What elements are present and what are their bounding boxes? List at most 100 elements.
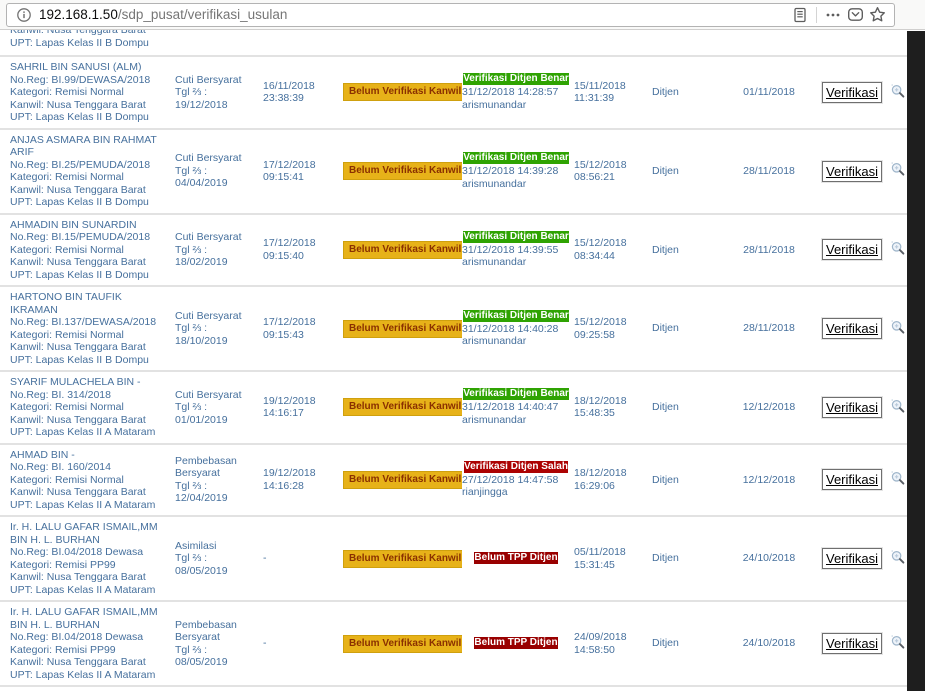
ditjen-verify-user: arismunandar bbox=[462, 256, 570, 269]
inmate-noreg: No.Reg: BI.04/2018 Dewasa bbox=[10, 546, 171, 559]
tpp-date: 12/12/2018 bbox=[722, 371, 820, 444]
kanwil-verify-time: 08:56:21 bbox=[574, 171, 648, 184]
inmate-name: SAHRIL BIN SANUSI (ALM) bbox=[10, 61, 171, 74]
reader-mode-icon[interactable] bbox=[789, 4, 811, 26]
usulan-time: 09:15:41 bbox=[263, 171, 339, 184]
usulan-time: 09:15:43 bbox=[263, 329, 339, 342]
ditjen-status-badge: Verifikasi Ditjen Benar bbox=[463, 73, 569, 85]
inmate-kanwil: Kanwil: Nusa Tenggara Barat bbox=[10, 414, 171, 427]
inmate-kanwil: Kanwil: Nusa Tenggara Barat bbox=[10, 486, 171, 499]
tgl-dua-pertiga-date: 18/10/2019 bbox=[175, 335, 259, 348]
inmate-upt: UPT: Lapas Kelas II A Mataram bbox=[10, 426, 171, 439]
verifikasi-button[interactable]: Verifikasi bbox=[822, 239, 882, 260]
preview-magnifier-icon[interactable] bbox=[890, 83, 906, 103]
tpp-date: 01/11/2018 bbox=[722, 57, 820, 129]
tgl-dua-pertiga-date: 01/01/2019 bbox=[175, 414, 259, 427]
inmate-name: Ir. H. LALU GAFAR ISMAIL,MM BIN H. L. BU… bbox=[10, 606, 171, 631]
preview-magnifier-icon[interactable] bbox=[890, 549, 906, 569]
inmate-upt: UPT: Lapas Kelas II B Dompu bbox=[10, 354, 171, 367]
tgl-dua-pertiga-label: Tgl ⅔ : bbox=[175, 480, 259, 493]
program-name: Pembebasan Bersyarat bbox=[175, 455, 259, 480]
ditjen-verify-datetime: 31/12/2018 14:40:47 bbox=[462, 401, 570, 414]
tgl-dua-pertiga-label: Tgl ⅔ : bbox=[175, 552, 259, 565]
verifikasi-button[interactable]: Verifikasi bbox=[822, 633, 882, 654]
kanwil-verify-date: 18/12/2018 bbox=[574, 395, 648, 408]
ditjen-verify-user: rianjingga bbox=[462, 486, 570, 499]
page-actions-icon[interactable] bbox=[822, 4, 844, 26]
kanwil-verify-time: 15:48:35 bbox=[574, 407, 648, 420]
kanwil-status-badge: Belum Verifikasi Kanwil bbox=[343, 471, 462, 489]
inmate-upt: UPT: Lapas Kelas II A Mataram bbox=[10, 584, 171, 597]
usulan-date: 19/12/2018 bbox=[263, 395, 339, 408]
inmate-kanwil: Kanwil: Nusa Tenggara Barat bbox=[10, 184, 171, 197]
inmate-kanwil: Kanwil: Nusa Tenggara Barat bbox=[10, 256, 171, 269]
kanwil-status-badge: Belum Verifikasi Kanwil bbox=[343, 162, 462, 180]
preview-magnifier-icon[interactable] bbox=[890, 161, 906, 181]
verifikasi-button[interactable]: Verifikasi bbox=[822, 469, 882, 490]
kanwil-status-badge: Belum Verifikasi Kanwil bbox=[343, 320, 462, 338]
inmate-upt: UPT: Lapas Kelas II B Dompu bbox=[10, 269, 171, 282]
verifikasi-button[interactable]: Verifikasi bbox=[822, 318, 882, 339]
ditjen-status-badge: Verifikasi Ditjen Benar bbox=[463, 152, 569, 164]
inmate-name: ANJAS ASMARA BIN RAHMAT ARIF bbox=[10, 134, 171, 159]
inmate-kanwil: Kanwil: Nusa Tenggara Barat bbox=[10, 99, 171, 112]
ditjen-status-badge: Belum TPP Ditjen bbox=[474, 552, 557, 564]
verifikasi-button[interactable]: Verifikasi bbox=[822, 397, 882, 418]
table-row: SYARIF MULACHELA BIN - No.Reg: BI. 314/2… bbox=[0, 371, 907, 444]
usulan-table: SAHRIL BIN SANUSI (ALM) No.Reg: BI.99/DE… bbox=[0, 57, 907, 687]
pocket-icon[interactable] bbox=[844, 4, 866, 26]
program-name: Cuti Bersyarat bbox=[175, 152, 259, 165]
tgl-dua-pertiga-label: Tgl ⅔ : bbox=[175, 165, 259, 178]
kanwil-status-badge: Belum Verifikasi Kanwil bbox=[343, 550, 462, 568]
kanwil-verify-time: 14:58:50 bbox=[574, 644, 648, 657]
tpp-date: 12/12/2018 bbox=[722, 444, 820, 517]
inmate-noreg: No.Reg: BI. 160/2014 bbox=[10, 461, 171, 474]
level-label: Ditjen bbox=[652, 286, 722, 371]
ditjen-verify-user: arismunandar bbox=[462, 99, 570, 112]
browser-toolbar: 192.168.1.50/sdp_pusat/verifikasi_usulan bbox=[0, 0, 925, 30]
preview-magnifier-icon[interactable] bbox=[890, 319, 906, 339]
kanwil-verify-time: 15:31:45 bbox=[574, 559, 648, 572]
usulan-time: 14:16:28 bbox=[263, 480, 339, 493]
kanwil-verify-date: 05/11/2018 bbox=[574, 546, 648, 559]
tgl-dua-pertiga-label: Tgl ⅔ : bbox=[175, 86, 259, 99]
site-info-icon[interactable] bbox=[13, 4, 35, 26]
inmate-upt: UPT: Lapas Kelas II B Dompu bbox=[10, 196, 171, 209]
preview-magnifier-icon[interactable] bbox=[890, 240, 906, 260]
inmate-kategori: Kategori: Remisi Normal bbox=[10, 474, 171, 487]
scrollbar[interactable] bbox=[907, 31, 925, 691]
verifikasi-button[interactable]: Verifikasi bbox=[822, 548, 882, 569]
inmate-upt: UPT: Lapas Kelas II B Dompu bbox=[10, 37, 907, 50]
kanwil-verify-date: 18/12/2018 bbox=[574, 467, 648, 480]
preview-magnifier-icon[interactable] bbox=[890, 398, 906, 418]
inmate-kategori: Kategori: Remisi Normal bbox=[10, 401, 171, 414]
ditjen-verify-datetime: 31/12/2018 14:28:57 bbox=[462, 86, 570, 99]
ditjen-status-badge: Verifikasi Ditjen Benar bbox=[463, 310, 569, 322]
verifikasi-button[interactable]: Verifikasi bbox=[822, 161, 882, 182]
inmate-kategori: Kategori: Remisi PP99 bbox=[10, 559, 171, 572]
table-row: ANJAS ASMARA BIN RAHMAT ARIF No.Reg: BI.… bbox=[0, 129, 907, 214]
usulan-date: 16/11/2018 bbox=[263, 80, 339, 93]
url-text[interactable]: 192.168.1.50/sdp_pusat/verifikasi_usulan bbox=[39, 7, 789, 22]
level-label: Ditjen bbox=[652, 214, 722, 287]
kanwil-verify-date: 15/12/2018 bbox=[574, 316, 648, 329]
inmate-noreg: No.Reg: BI.04/2018 Dewasa bbox=[10, 631, 171, 644]
inmate-name: SYARIF MULACHELA BIN - bbox=[10, 376, 171, 389]
tgl-dua-pertiga-label: Tgl ⅔ : bbox=[175, 244, 259, 257]
program-name: Cuti Bersyarat bbox=[175, 389, 259, 402]
ditjen-verify-datetime: 31/12/2018 14:40:28 bbox=[462, 323, 570, 336]
table-row: AHMADIN BIN SUNARDIN No.Reg: BI.15/PEMUD… bbox=[0, 214, 907, 287]
bookmark-star-icon[interactable] bbox=[866, 4, 888, 26]
verifikasi-button[interactable]: Verifikasi bbox=[822, 82, 882, 103]
usulan-time: 14:16:17 bbox=[263, 407, 339, 420]
inmate-name: HARTONO BIN TAUFIK IKRAMAN bbox=[10, 291, 171, 316]
inmate-kategori: Kategori: Remisi Normal bbox=[10, 329, 171, 342]
kanwil-status-badge: Belum Verifikasi Kanwil bbox=[343, 241, 462, 259]
usulan-date: 17/12/2018 bbox=[263, 159, 339, 172]
url-bar[interactable]: 192.168.1.50/sdp_pusat/verifikasi_usulan bbox=[6, 3, 895, 27]
table-row: AHMAD BIN - No.Reg: BI. 160/2014 Kategor… bbox=[0, 444, 907, 517]
preview-magnifier-icon[interactable] bbox=[890, 634, 906, 654]
tgl-dua-pertiga-date: 19/12/2018 bbox=[175, 99, 259, 112]
preview-magnifier-icon[interactable] bbox=[890, 470, 906, 490]
inmate-noreg: No.Reg: BI.137/DEWASA/2018 bbox=[10, 316, 171, 329]
